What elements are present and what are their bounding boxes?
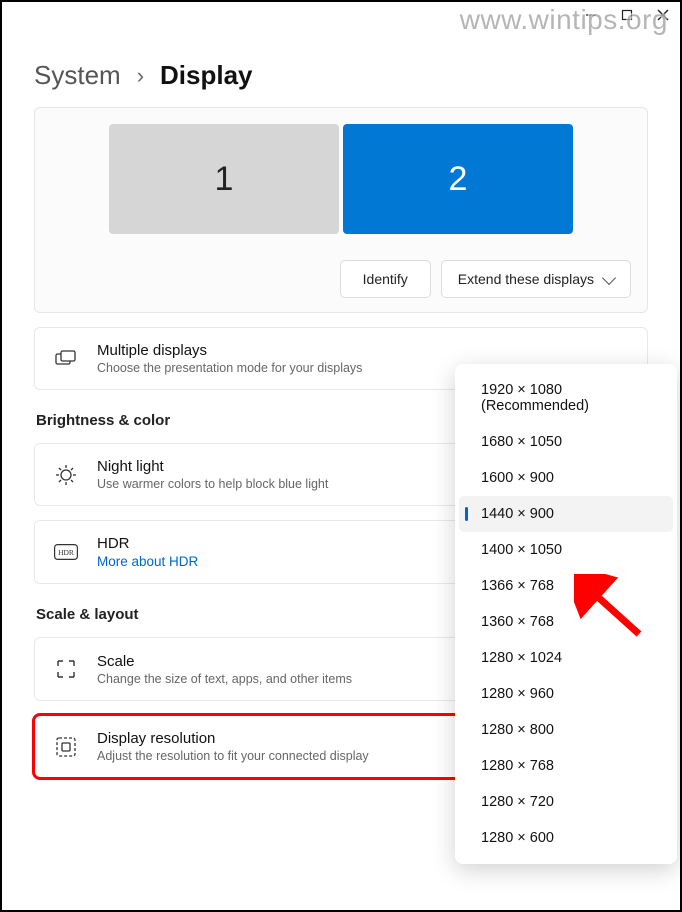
monitor-1[interactable]: 1 <box>109 124 339 234</box>
resolution-option[interactable]: 1440 × 900 <box>459 496 673 532</box>
display-mode-dropdown[interactable]: Extend these displays <box>441 260 631 298</box>
maximize-button[interactable] <box>620 8 634 22</box>
breadcrumb-parent[interactable]: System <box>34 60 121 91</box>
close-button[interactable] <box>656 8 670 22</box>
svg-text:HDR: HDR <box>58 548 74 557</box>
resolution-option[interactable]: 1360 × 768 <box>459 604 673 640</box>
resolution-option[interactable]: 1280 × 768 <box>459 748 673 784</box>
multiple-displays-title: Multiple displays <box>97 342 629 359</box>
resolution-option[interactable]: 1280 × 800 <box>459 712 673 748</box>
display-arrangement-card: 1 2 Identify Extend these displays <box>34 107 648 313</box>
monitor-2[interactable]: 2 <box>343 124 573 234</box>
breadcrumb: System › Display <box>34 60 648 91</box>
resolution-option[interactable]: 1400 × 1050 <box>459 532 673 568</box>
resolution-option[interactable]: 1680 × 1050 <box>459 424 673 460</box>
resolution-option[interactable]: 1366 × 768 <box>459 568 673 604</box>
identify-button[interactable]: Identify <box>340 260 431 298</box>
minimize-button[interactable] <box>584 8 598 22</box>
resolution-option[interactable]: 1600 × 900 <box>459 460 673 496</box>
resolution-option[interactable]: 1280 × 960 <box>459 676 673 712</box>
night-light-icon <box>53 464 79 486</box>
resolution-option[interactable]: 1280 × 600 <box>459 820 673 856</box>
resolution-option[interactable]: 1920 × 1080 (Recommended) <box>459 372 673 424</box>
breadcrumb-current: Display <box>160 60 253 91</box>
displays-icon <box>53 350 79 368</box>
monitor-arrangement[interactable]: 1 2 <box>49 116 633 256</box>
window-controls <box>584 8 670 22</box>
resolution-dropdown-menu[interactable]: 1920 × 1080 (Recommended)1680 × 10501600… <box>455 364 677 864</box>
resolution-option[interactable]: 1280 × 720 <box>459 784 673 820</box>
resolution-option[interactable]: 1280 × 1024 <box>459 640 673 676</box>
display-mode-label: Extend these displays <box>458 271 594 287</box>
chevron-down-icon <box>602 270 616 284</box>
breadcrumb-separator: › <box>137 63 144 89</box>
resolution-icon <box>53 736 79 758</box>
scale-icon <box>53 658 79 680</box>
hdr-icon: HDR <box>53 544 79 560</box>
